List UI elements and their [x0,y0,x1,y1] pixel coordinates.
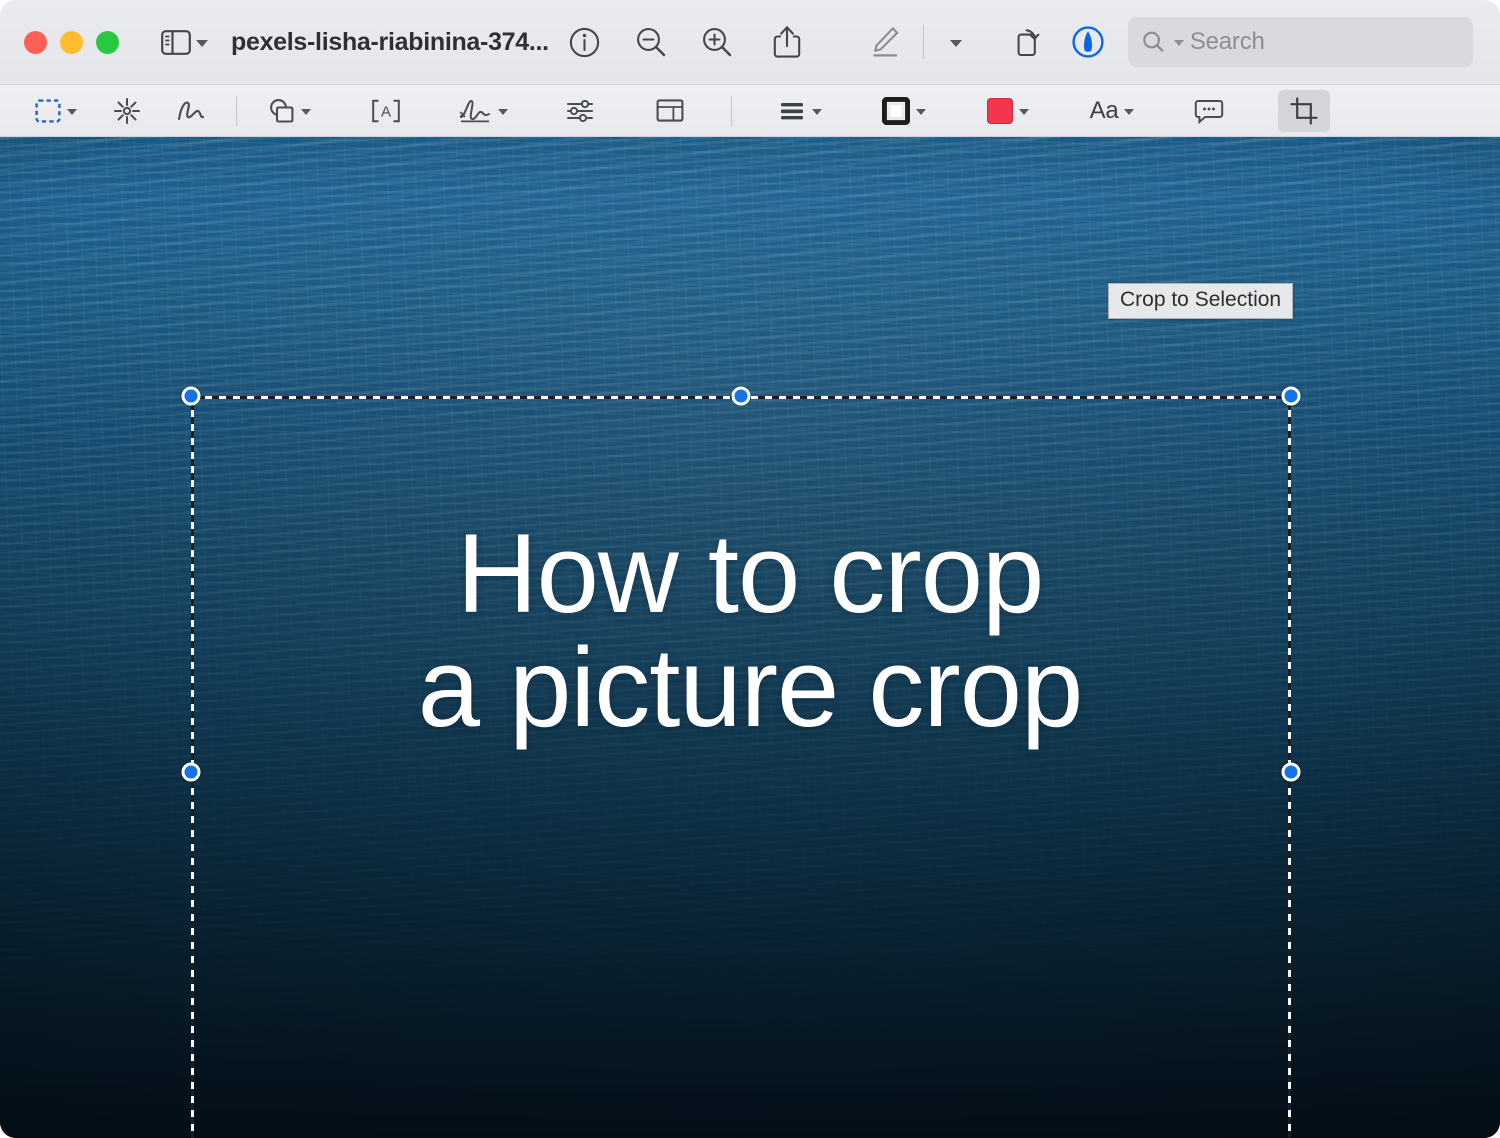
chevron-down-icon [1019,109,1029,115]
handle-middle-left[interactable] [182,763,201,782]
sketch-tool-button[interactable] [170,92,212,130]
text-style-label: Aa [1090,97,1119,125]
sidebar-toggle-button[interactable] [155,20,213,64]
preview-window: pexels-lisha-riabinina-374... [0,0,1500,1138]
search-placeholder: Search [1190,28,1265,56]
info-button[interactable] [563,20,607,64]
signature-icon [458,98,492,124]
sidebar-icon [161,30,191,55]
selection-marquee[interactable] [191,396,1291,1138]
chevron-down-icon [301,109,311,115]
share-button[interactable] [765,20,809,64]
markup-pen-icon [869,25,901,59]
fill-color-swatch [987,98,1013,124]
markup-toolbar-button[interactable] [863,20,907,64]
sliders-icon [565,98,595,124]
shape-style-icon [778,99,806,123]
border-color-icon [882,97,910,125]
speech-bubble-icon [1194,98,1224,124]
chevron-down-icon [916,109,926,115]
search-field[interactable]: Search [1128,17,1473,67]
zoom-in-icon [701,26,733,58]
chevron-down-icon [812,109,822,115]
chevron-down-icon [67,109,77,115]
minimize-button[interactable] [60,31,83,54]
zoom-in-button[interactable] [695,20,739,64]
adjust-size-tool-button[interactable] [649,92,691,130]
text-style-tool-button[interactable]: Aa [1084,92,1140,130]
crop-tool-button[interactable] [1278,90,1330,132]
handle-top-center[interactable] [732,387,751,406]
markup-toolbar: A [0,85,1500,137]
shapes-tool-button[interactable] [261,92,317,130]
crop-icon [1290,97,1318,125]
handle-middle-right[interactable] [1282,763,1301,782]
chevron-down-icon [1124,109,1134,115]
chevron-down-icon [196,40,208,47]
rotate-icon [1014,26,1046,58]
instant-alpha-icon [113,97,141,125]
annotate-button[interactable] [1066,20,1110,64]
chevron-down-icon [950,40,962,47]
svg-text:A: A [381,103,391,120]
selection-tool-button[interactable] [28,92,84,130]
annotate-icon [1071,25,1105,59]
zoom-button[interactable] [96,31,119,54]
instant-alpha-tool-button[interactable] [106,92,148,130]
annotate-note-tool-button[interactable] [1188,92,1230,130]
text-tool-button[interactable]: A [365,92,407,130]
text-box-icon: A [371,99,401,123]
rotate-button[interactable] [1008,20,1052,64]
markup-divider [236,96,237,126]
close-button[interactable] [24,31,47,54]
handle-top-right[interactable] [1282,387,1301,406]
chevron-down-icon [498,109,508,115]
border-color-tool-button[interactable] [876,92,932,130]
image-canvas[interactable]: How to crop a picture crop Crop to Selec… [0,137,1500,1138]
markup-divider [731,96,732,126]
adjust-size-icon [656,98,684,123]
info-icon [569,27,600,58]
toolbar-divider [923,25,924,59]
zoom-out-icon [635,26,667,58]
handle-top-left[interactable] [182,387,201,406]
dashed-rectangle-icon [35,99,61,123]
adjust-color-tool-button[interactable] [559,92,601,130]
document-title: pexels-lisha-riabinina-374... [231,28,549,57]
traffic-light-group [24,31,119,54]
search-icon [1142,30,1168,54]
markup-options-button[interactable] [934,20,978,64]
crop-tooltip: Crop to Selection [1108,283,1293,319]
sketch-icon [176,98,206,124]
chevron-down-icon [1174,40,1184,46]
shapes-icon [267,98,295,124]
shape-style-tool-button[interactable] [772,92,828,130]
zoom-out-button[interactable] [629,20,673,64]
fill-color-tool-button[interactable] [980,92,1036,130]
title-bar: pexels-lisha-riabinina-374... [0,0,1500,85]
signature-tool-button[interactable] [455,92,511,130]
share-icon [773,25,801,59]
